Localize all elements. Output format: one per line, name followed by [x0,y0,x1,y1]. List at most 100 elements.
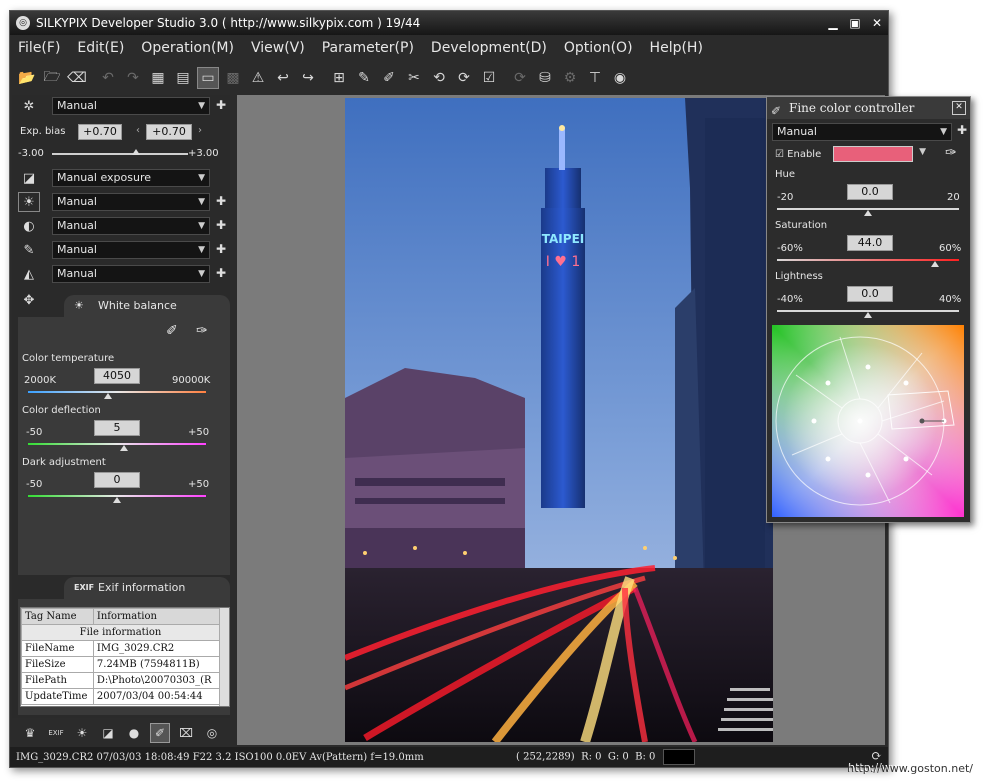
fcc-add-button[interactable]: ✚ [957,123,967,137]
crop-grid-icon[interactable]: ⊞ [328,67,350,89]
noise-add-button[interactable]: ✚ [216,266,226,280]
wb-picker-icon[interactable]: ✐ [166,323,178,339]
fine-color-icon[interactable]: ◉ [609,67,631,89]
filmstrip-view-icon[interactable]: ▤ [172,67,194,89]
exif-section-header[interactable]: EXIF Exif information [64,577,230,599]
fcc-close-button[interactable]: ✕ [952,101,966,115]
forward-icon[interactable]: ↪ [297,67,319,89]
exif-table-container: Tag Name Information File information Fil… [20,607,230,707]
wb-gray-picker-icon[interactable]: ✑ [196,323,208,339]
open-recent-icon[interactable]: 🗁 [41,67,63,89]
wb-add-button[interactable]: ✚ [216,194,226,208]
rotate-left-icon[interactable]: ⟲ [428,67,450,89]
lens-icon[interactable]: ◎ [202,723,222,743]
noise-dropdown[interactable]: Manual ▼ [52,265,210,283]
warning-icon[interactable]: ⚠ [247,67,269,89]
temp-input[interactable]: 4050 [94,368,140,384]
exp-bias-dec-icon[interactable]: ‹ [136,125,140,136]
develop-icon[interactable]: ⛁ [534,67,556,89]
hue-input[interactable]: 0.0 [847,184,893,200]
saturation-knob[interactable] [930,261,939,267]
exp-bias-min: -3.00 [18,148,44,159]
exp-bias-slider[interactable] [52,153,188,155]
single-view-icon[interactable]: ▭ [197,67,219,89]
fcc-preset-dropdown[interactable]: Manual ▼ [772,123,952,141]
grid-view-icon[interactable]: ▦ [147,67,169,89]
refresh-icon[interactable]: ⟳ [509,67,531,89]
table-row[interactable]: FileName IMG_3029.CR2 [21,640,221,657]
hue-knob[interactable] [864,210,872,216]
temp-slider[interactable] [28,391,206,393]
checkmark-icon[interactable]: ☑ [478,67,500,89]
compare-view-icon[interactable]: ▩ [222,67,244,89]
sharpness-add-button[interactable]: ✚ [216,242,226,256]
wb-panel-icon[interactable]: ☀ [72,723,92,743]
lightness-knob[interactable] [864,312,872,318]
fcc-enable-checkbox[interactable]: ☑ Enable [775,149,821,160]
menu-help[interactable]: Help(H) [650,40,703,56]
spot-icon[interactable]: ✂ [403,67,425,89]
exif-panel-icon[interactable]: EXIF [46,723,66,743]
back-icon[interactable]: ↩ [272,67,294,89]
menu-bar: File(F) Edit(E) Operation(M) View(V) Par… [10,37,888,59]
wb-dropdown[interactable]: Manual ▼ [52,193,210,211]
saturation-input[interactable]: 44.0 [847,235,893,251]
fcc-title-bar[interactable]: ✐ Fine color controller [767,97,970,119]
pipette-icon[interactable]: ✎ [353,67,375,89]
tone-icon[interactable]: ⊤ [584,67,606,89]
lightness-input[interactable]: 0.0 [847,286,893,302]
minimize-button[interactable]: ▁ [822,11,844,35]
menu-parameter[interactable]: Parameter(P) [322,40,414,56]
dark-input[interactable]: 0 [94,472,140,488]
menu-operation[interactable]: Operation(M) [141,40,234,56]
crop-icon[interactable]: ⌧ [176,723,196,743]
table-row[interactable]: FileSize 7.24MB (7594811B) [21,656,221,673]
menu-option[interactable]: Option(O) [564,40,633,56]
lightness-label: Lightness [775,271,823,282]
exp-bias-input[interactable]: +0.70 [78,124,122,140]
eraser-icon[interactable]: ⌫ [66,67,88,89]
exp-bias-knob[interactable] [131,149,140,155]
crown-icon[interactable]: ♛ [20,723,40,743]
preview-photo[interactable]: TAIPEI I ♥ 1 [345,98,773,742]
table-row[interactable]: UpdateTime 2007/03/04 00:54:44 [21,688,221,705]
settings-cluster-icon[interactable]: ✥ [18,290,40,310]
fcc-pen-icon: ✐ [771,104,782,118]
contrast-dropdown[interactable]: Manual ▼ [52,217,210,235]
color-wheel[interactable] [772,325,964,517]
wb-section-header[interactable]: ☀ White balance [64,295,230,317]
table-row[interactable]: FilePath D:\Photo\20070303_(R [21,672,221,689]
exif-header-info[interactable]: Information [92,608,221,625]
sphere-icon[interactable]: ● [124,723,144,743]
taste-dropdown[interactable]: Manual ▼ [52,97,210,115]
sharpness-dropdown[interactable]: Manual ▼ [52,241,210,259]
fcc-color-swatch[interactable]: ▼ [833,146,926,162]
exposure-panel-icon[interactable]: ◪ [98,723,118,743]
open-folder-icon[interactable]: 📂 [16,67,38,89]
temp-knob[interactable] [104,393,113,399]
fcc-picker-icon[interactable]: ✑ [945,145,957,161]
undo-icon[interactable]: ↶ [97,67,119,89]
exif-header-tag[interactable]: Tag Name [21,608,94,625]
deflection-input[interactable]: 5 [94,420,140,436]
exp-bias-inc-icon[interactable]: › [198,125,202,136]
exif-scrollbar[interactable] [219,608,229,706]
batch-icon[interactable]: ⚙ [559,67,581,89]
exposure-dropdown[interactable]: Manual exposure ▼ [52,169,210,187]
exp-bias-input-2[interactable]: +0.70 [146,124,192,140]
dark-knob[interactable] [113,497,121,503]
menu-edit[interactable]: Edit(E) [77,40,124,56]
fine-color-panel-icon[interactable]: ✐ [150,723,170,743]
maximize-button[interactable]: ▣ [844,11,866,35]
rotate-right-icon[interactable]: ⟳ [453,67,475,89]
menu-development[interactable]: Development(D) [431,40,547,56]
deflection-slider[interactable] [28,443,206,445]
redo-icon[interactable]: ↷ [122,67,144,89]
menu-view[interactable]: View(V) [251,40,305,56]
contrast-add-button[interactable]: ✚ [216,218,226,232]
deflection-knob[interactable] [120,445,129,451]
close-button[interactable]: ✕ [866,11,888,35]
pipette-gray-icon[interactable]: ✐ [378,67,400,89]
menu-file[interactable]: File(F) [18,40,60,56]
taste-add-button[interactable]: ✚ [216,98,226,112]
